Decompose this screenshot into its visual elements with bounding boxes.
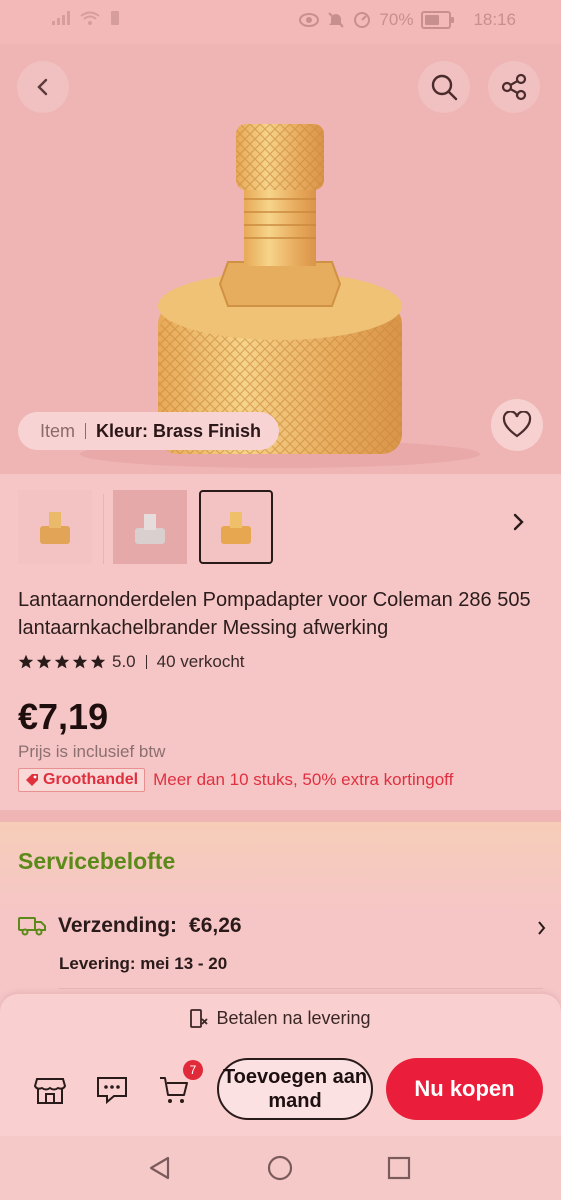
sold-count: 40 verkocht (156, 652, 245, 671)
product-hero-image[interactable]: Item Kleur: Brass Finish (0, 44, 561, 474)
thumbnail-image (135, 514, 165, 544)
wifi-icon (80, 11, 100, 25)
chevron-right-icon (513, 513, 524, 531)
star-icon (72, 654, 88, 669)
star-icon (36, 654, 52, 669)
search-icon (431, 74, 458, 101)
thumbnail-2[interactable] (113, 490, 187, 564)
chevron-left-icon (37, 78, 48, 96)
battery-fill (425, 15, 440, 25)
shipping-label: Verzending: (58, 914, 178, 937)
store-button[interactable] (30, 1070, 70, 1110)
thumbnail-3-selected[interactable] (199, 490, 273, 564)
rating-separator (145, 655, 147, 669)
chat-icon (97, 1077, 127, 1105)
payment-info: Betalen na levering (0, 1008, 561, 1029)
heart-icon (502, 411, 532, 438)
status-icons-left (52, 10, 120, 26)
wholesale-promo[interactable]: Groothandel Meer dan 10 stuks, 50% extra… (18, 768, 453, 792)
battery-percent: 70% (379, 10, 414, 29)
chevron-right-icon (538, 921, 546, 935)
wholesale-badge-label: Groothandel (43, 771, 139, 788)
nav-home-button[interactable] (266, 1154, 294, 1182)
battery-icon (421, 11, 455, 29)
color-label: Kleur: Brass Finish (96, 420, 262, 441)
thumbnails-next-button[interactable] (508, 510, 528, 539)
circle-home-icon (267, 1155, 293, 1181)
star-icon (90, 654, 106, 669)
item-label: Item (40, 420, 76, 441)
service-title: Servicebelofte (18, 848, 176, 874)
add-to-cart-button[interactable]: Toevoegen aan mand (217, 1058, 373, 1120)
rating-value: 5.0 (112, 652, 136, 671)
section-divider (0, 810, 561, 822)
rating-row[interactable]: 5.0 40 verkocht (18, 652, 245, 672)
signal-icon (52, 11, 70, 25)
delivery-date: Levering: mei 13 - 20 (59, 954, 228, 973)
shipping-row[interactable]: Verzending: €6,26 (18, 914, 242, 938)
star-icon (18, 654, 34, 669)
share-button[interactable] (488, 61, 540, 113)
nav-back-button[interactable] (146, 1154, 174, 1182)
cart-count-badge: 7 (183, 1060, 203, 1080)
search-button[interactable] (418, 61, 470, 113)
triangle-back-icon (149, 1156, 170, 1180)
star-rating (18, 654, 106, 670)
store-icon (34, 1078, 66, 1104)
product-title: Lantaarnonderdelen Pompadapter voor Cole… (18, 589, 531, 639)
mute-icon (328, 12, 345, 28)
variant-pill[interactable]: Item Kleur: Brass Finish (18, 412, 280, 450)
shipping-details-arrow[interactable] (536, 918, 546, 943)
payment-text: Betalen na levering (216, 1008, 371, 1028)
product-image (80, 124, 480, 468)
tax-note: Prijs is inclusief btw (18, 742, 166, 761)
wholesale-badge: Groothandel (18, 768, 146, 792)
wholesale-text: Meer dan 10 stuks, 50% extra kortingoff (153, 770, 454, 789)
price: €7,19 (18, 696, 109, 737)
shipping-price: €6,26 (189, 914, 242, 937)
thumbnail-1[interactable] (18, 490, 92, 564)
sim-icon (111, 11, 119, 25)
nav-recents-button[interactable] (385, 1154, 413, 1182)
delivery-truck-icon (18, 917, 46, 936)
shipping-divider (59, 988, 543, 989)
square-recents-icon (387, 1156, 411, 1180)
share-icon (501, 73, 527, 101)
clock: 18:16 (473, 10, 516, 29)
back-button[interactable] (17, 61, 69, 113)
cart-icon (160, 1077, 188, 1103)
thumbnail-image (40, 512, 70, 544)
tag-icon (26, 774, 38, 786)
chat-button[interactable] (92, 1070, 132, 1110)
wishlist-button[interactable] (491, 399, 543, 451)
status-icons-right: 70% 18:16 (299, 10, 516, 30)
thumbnail-image (221, 512, 251, 544)
speed-icon (354, 12, 371, 28)
star-icon (54, 654, 70, 669)
status-bar: 70% 18:16 (0, 0, 561, 44)
cash-on-delivery-icon (190, 1008, 209, 1028)
eye-icon (299, 13, 320, 27)
buy-now-button[interactable]: Nu kopen (386, 1058, 543, 1120)
pill-separator (85, 423, 87, 439)
thumbnail-divider (103, 494, 104, 564)
